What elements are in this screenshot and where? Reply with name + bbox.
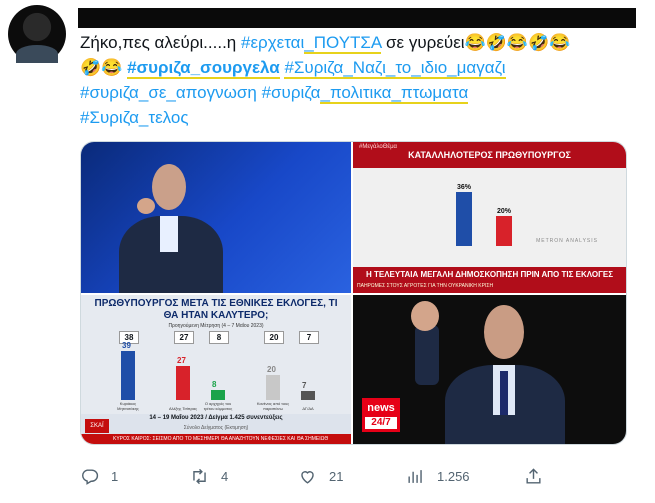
- news-ticker: ΠΑΗΡΩΜΕΣ ΣΤΟΥΣ ΑΓΡΟΤΕΣ ΓΙΑ ΤΗΝ ΟΥΚΡΑΝΙΚΗ…: [357, 283, 494, 289]
- poll-previous-value: 8: [209, 331, 229, 344]
- like-button[interactable]: 21: [298, 461, 343, 491]
- hashtag-link[interactable]: #Συριζα_τελος: [80, 108, 189, 127]
- tweet-line: #συριζα_σε_απογνωση #συριζα_πολιτικα_πτω…: [80, 80, 640, 105]
- tweet-line: #Συριζα_τελος: [80, 105, 640, 130]
- media-image-4[interactable]: news 24/7: [353, 295, 626, 444]
- person-arm: [415, 325, 439, 385]
- news247-logo-bottom: 24/7: [365, 417, 397, 429]
- tweet-text-segment: 😂🤣😂🤣😂: [464, 33, 571, 52]
- hashtag-link[interactable]: _πολιτικα_πτωματα: [320, 83, 469, 104]
- chart-caption: Η ΤΕΛΕΥΤΑΙΑ ΜΕΓΑΛΗ ΔΗΜΟΣΚΟΠΗΣΗ ΠΡΙΝ ΑΠΟ …: [365, 270, 614, 279]
- poll-previous-value: 7: [299, 331, 319, 344]
- avatar[interactable]: [8, 5, 66, 63]
- share-button[interactable]: [524, 461, 555, 491]
- like-count: 21: [329, 468, 344, 484]
- heart-icon: [301, 470, 314, 484]
- views-button[interactable]: 1.256: [406, 461, 470, 491]
- poll-footer: 14 – 19 Μαΐου 2023 / Δείγμα 1.425 συνεντ…: [81, 414, 351, 434]
- tweet-actions: 1 4 21 1.256: [80, 461, 625, 491]
- poll-candidate-1: Κυριάκος Μητσοτάκης: [117, 401, 139, 411]
- hashtag-link[interactable]: #συριζα: [262, 83, 321, 102]
- poll-bar: [301, 391, 315, 400]
- reply-icon: [82, 468, 99, 485]
- chart-source: METRON ANALYSIS: [536, 238, 598, 244]
- redacted-username-bar: [78, 8, 636, 28]
- poll-bar-label: 27: [177, 356, 186, 366]
- chart-bar-label: 36%: [457, 184, 472, 191]
- poll-bar-label: 20: [267, 365, 276, 374]
- poll-bar: [266, 375, 280, 400]
- poll-candidate-5: ΔΓ/ΔΑ: [302, 406, 314, 411]
- poll-footer-dates: 14 – 19 Μαΐου 2023 / Δείγμα 1.425 συνεντ…: [149, 415, 283, 421]
- media-image-1[interactable]: [81, 142, 351, 293]
- poll-title: ΠΡΩΘΥΠΟΥΡΓΟΣ ΜΕΤΑ ΤΙΣ ΕΘΝΙΚΕΣ ΕΚΛΟΓΕΣ, Τ…: [94, 298, 338, 321]
- reply-button[interactable]: 1: [80, 461, 118, 491]
- tweet-line: 🤣😂 #συριζα_σουργελα #Συριζα_Ναζι_το_ιδιο…: [80, 55, 640, 80]
- retweet-icon: [193, 468, 206, 484]
- poll-footer-sample: Σύνολο Δείγματος (Εκτιμηση): [183, 425, 249, 431]
- poll-previous-value: 20: [264, 331, 284, 344]
- chart-bar: [456, 192, 472, 246]
- media-image-3[interactable]: ΠΡΩΘΥΠΟΥΡΓΟΣ ΜΕΤΑ ΤΙΣ ΕΘΝΙΚΕΣ ΕΚΛΟΓΕΣ, Τ…: [81, 295, 351, 444]
- hashtag-link[interactable]: #Συριζα_Ναζι_το_ιδιο_μαγαζι: [284, 58, 506, 79]
- poll-subtitle: Προηγούμενη Μέτρηση (4 – 7 Μαΐου 2023): [168, 323, 264, 329]
- person-hand: [137, 198, 155, 214]
- poll-bar: [211, 390, 225, 400]
- poll-previous-value: 27: [174, 331, 194, 344]
- tweet-text: Ζήκο,πες αλεύρι.....η #ερχεται_ΠΟΥΤΣΑ σε…: [80, 30, 640, 130]
- poll-bar: [121, 351, 135, 400]
- news-ticker: ΚΥΡΟΣ ΚΑΙΡΟΣ: ΣΕΙΣΜΟ ΑΠΟ ΤΟ ΜΕΣΗΜΕΡΙ ΘΑ …: [81, 434, 351, 444]
- person-tie: [500, 371, 508, 415]
- person-head: [484, 305, 524, 359]
- hashtag-link[interactable]: #συριζα_σουργελα: [127, 58, 280, 79]
- tweet-text-segment: Ζήκο,πες αλεύρι.....η: [80, 33, 241, 52]
- poll-bar-label: 7: [302, 381, 307, 391]
- poll-candidate-2: Αλέξης Τσίπρας: [168, 406, 198, 411]
- person-shirt: [160, 216, 178, 252]
- hashtag-link[interactable]: #ερχεται: [241, 33, 304, 52]
- chart-bar: [496, 216, 512, 246]
- person-hand: [411, 301, 439, 331]
- poll-bar: [176, 366, 190, 400]
- channel-logo: ΣΚΑΪ: [85, 419, 109, 433]
- media-image-2[interactable]: #ΜεγάλοΘέμα ΚΑΤΑΛΛΗΛΟΤΕΡΟΣ ΠΡΩΘΥΠΟΥΡΓΟΣ …: [353, 142, 626, 293]
- poll-candidate-4: Κανένας από τους παραπάνω: [256, 401, 290, 411]
- news-ticker-text: ΚΥΡΟΣ ΚΑΙΡΟΣ: ΣΕΙΣΜΟ ΑΠΟ ΤΟ ΜΕΣΗΜΕΡΙ ΘΑ …: [113, 436, 329, 442]
- hashtag-link[interactable]: _ΠΟΥΤΣΑ: [304, 33, 382, 54]
- hashtag-link[interactable]: #συριζα_σε_απογνωση: [80, 83, 257, 102]
- tweet-text-segment: σε γυρεύει: [381, 33, 465, 52]
- views-icon: [408, 469, 422, 483]
- media-grid: #ΜεγάλοΘέμα ΚΑΤΑΛΛΗΛΟΤΕΡΟΣ ΠΡΩΘΥΠΟΥΡΓΟΣ …: [80, 141, 627, 445]
- share-icon: [526, 467, 541, 484]
- retweet-button[interactable]: 4: [190, 461, 228, 491]
- retweet-count: 4: [221, 468, 229, 484]
- news247-logo: news 24/7: [362, 398, 400, 432]
- chart-caption-bar: Η ΤΕΛΕΥΤΑΙΑ ΜΕΓΑΛΗ ΔΗΜΟΣΚΟΠΗΣΗ ΠΡΙΝ ΑΠΟ …: [353, 267, 626, 293]
- tweet-text-segment: 🤣😂: [80, 58, 128, 77]
- news247-logo-top: news: [367, 402, 395, 414]
- tweet-line: Ζήκο,πες αλεύρι.....η #ερχεται_ΠΟΥΤΣΑ σε…: [80, 30, 640, 55]
- chart-title: ΚΑΤΑΛΛΗΛΟΤΕΡΟΣ ΠΡΩΘΥΠΟΥΡΓΟΣ: [408, 150, 571, 160]
- views-count: 1.256: [437, 468, 470, 484]
- reply-count: 1: [111, 468, 119, 484]
- poll-candidate-3: Ο αρχηγός του τρίτου κόμματος: [203, 401, 233, 411]
- person-head: [152, 164, 186, 210]
- chart-bar-label: 20%: [497, 208, 512, 215]
- poll-bar-label: 8: [212, 380, 217, 389]
- poll-bar-label: 39: [122, 341, 131, 351]
